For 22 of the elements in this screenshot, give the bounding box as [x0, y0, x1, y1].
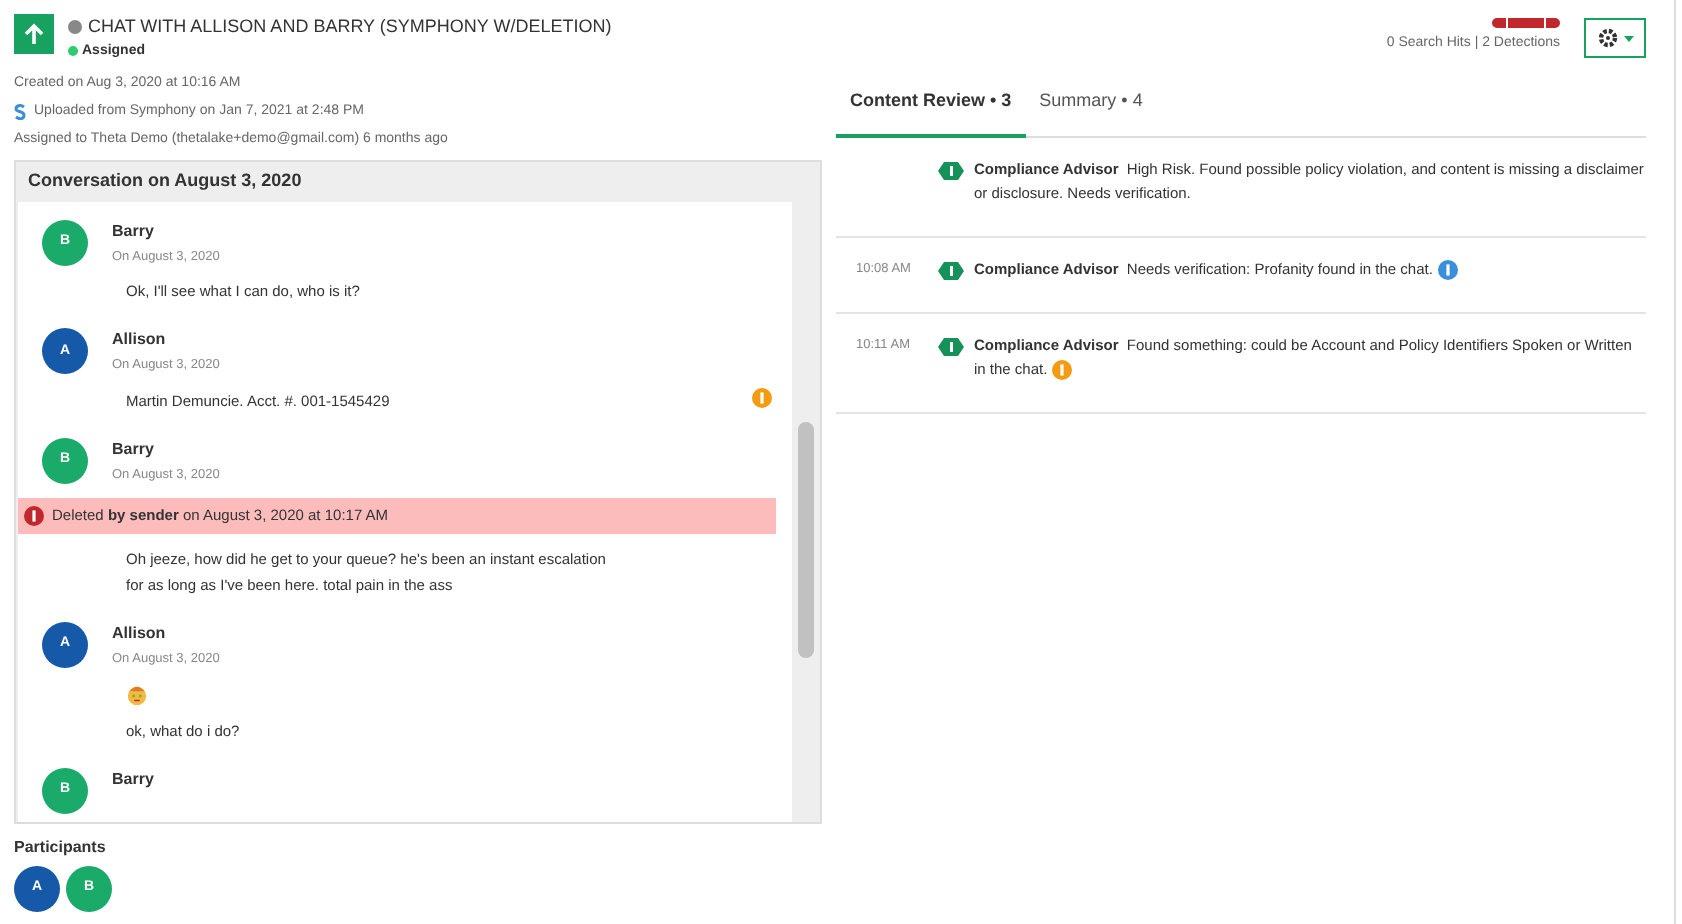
- sender-name: Allison: [112, 328, 168, 353]
- caret-icon: [1623, 35, 1633, 41]
- alert-icon: [24, 505, 44, 526]
- sender-name: Barry: [112, 767, 154, 791]
- scrollbar-thumb[interactable]: [798, 421, 814, 657]
- shield-icon: [938, 261, 964, 279]
- shield-icon: [938, 337, 964, 355]
- participants-title: Participants: [14, 835, 108, 859]
- settings-button[interactable]: [1584, 18, 1646, 58]
- conversation-header: Conversation on August 3, 2020: [16, 161, 820, 201]
- tab[interactable]: Summary • 4: [1025, 88, 1157, 137]
- emoji-face-icon: [126, 683, 148, 705]
- sender-name: Barry: [112, 438, 156, 462]
- shield-icon: [938, 161, 964, 179]
- symphony-logo-icon: [14, 103, 26, 120]
- sender-name: Barry: [112, 219, 156, 243]
- settings-icon: [1597, 28, 1617, 48]
- sender-name: Allison: [112, 621, 168, 646]
- detection-meter: [1492, 18, 1560, 28]
- page-title: CHAT WITH ALLISON AND BARRY (SYMPHONY W/DELETION): [88, 14, 612, 40]
- upload-icon: [14, 14, 54, 54]
- tab[interactable]: Content Review • 3: [836, 88, 1026, 137]
